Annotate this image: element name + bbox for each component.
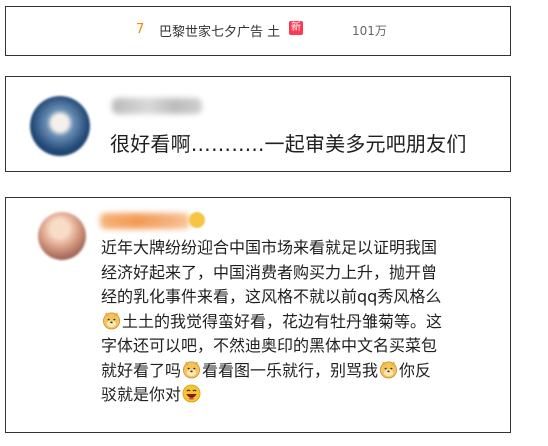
new-badge: 新 [289, 21, 303, 35]
comment-line: 经济好起来了，中国消费者购买力上升，抛开曾 [101, 262, 438, 282]
laughing-emoji-icon [182, 384, 201, 403]
comment-text: 很好看啊………..一起审美多元吧朋友们 [110, 132, 467, 156]
comment-line: 驳就是你对 [101, 383, 499, 408]
trending-topic-row[interactable]: 7 巴黎世家七夕广告 土 新 101万 [5, 6, 511, 56]
commenter-name-blurred[interactable] [100, 213, 190, 229]
comment-line: 经的乳化事件来看，这风格不就以前qq秀风格么 [101, 287, 442, 306]
member-badge-icon [189, 212, 205, 228]
comment-text: 近年大牌纷纷迎合中国市场来看就足以证明我国 经济好起来了，中国消费者购买力上升，… [101, 236, 499, 408]
comment-line: 字体还可以吧，不然迪奥印的黑体中文名买菜包 [101, 336, 438, 355]
commenter-avatar[interactable] [38, 212, 86, 260]
commenter-name-blurred[interactable] [112, 98, 202, 114]
trending-rank: 7 [136, 22, 145, 37]
doge-emoji-icon [103, 311, 120, 329]
trending-heat-count: 101万 [352, 24, 387, 38]
comment-line: 土土的我觉得蛮好看，花边有牡丹雏菊等。这 [101, 310, 499, 335]
doge-emoji-icon [380, 360, 397, 378]
comment-line: 就好看了吗 看看图一乐就行，别骂我 你反 [101, 360, 432, 380]
commenter-avatar[interactable] [30, 96, 90, 156]
doge-emoji-icon [183, 360, 200, 378]
comment-line: 近年大牌纷纷迎合中国市场来看就足以证明我国 [101, 238, 438, 257]
trending-topic-title[interactable]: 巴黎世家七夕广告 土 [159, 21, 280, 40]
